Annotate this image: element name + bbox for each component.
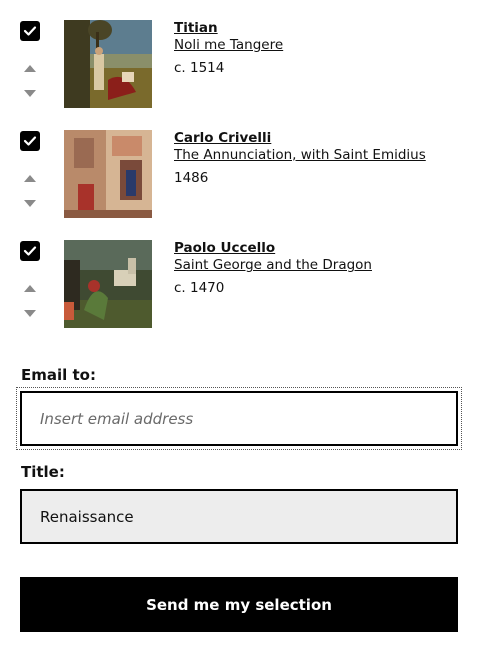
artwork-date: c. 1470 (174, 280, 225, 296)
email-label: Email to: (21, 366, 96, 384)
artist-link[interactable]: Paolo Uccello (174, 240, 275, 256)
check-icon (23, 246, 37, 256)
artwork-date: c. 1514 (174, 60, 225, 76)
artwork-title-link[interactable]: Noli me Tangere (174, 37, 283, 53)
artwork-thumbnail[interactable] (64, 20, 152, 108)
move-down-icon[interactable] (24, 310, 36, 317)
list-item: Titian Noli me Tangere c. 1514 (0, 20, 478, 120)
move-down-icon[interactable] (24, 90, 36, 97)
move-down-icon[interactable] (24, 200, 36, 207)
title-field[interactable] (20, 489, 458, 544)
artwork-date: 1486 (174, 170, 209, 186)
email-field[interactable] (20, 391, 458, 446)
artist-link[interactable]: Titian (174, 20, 218, 36)
send-selection-button[interactable]: Send me my selection (20, 577, 458, 632)
title-label: Title: (21, 463, 65, 481)
list-item: Paolo Uccello Saint George and the Drago… (0, 240, 478, 340)
artwork-thumbnail[interactable] (64, 240, 152, 328)
artwork-title-link[interactable]: Saint George and the Dragon (174, 257, 372, 273)
item-checkbox[interactable] (20, 21, 40, 41)
item-checkbox[interactable] (20, 131, 40, 151)
check-icon (23, 26, 37, 36)
move-up-icon[interactable] (24, 65, 36, 72)
artwork-title-link[interactable]: The Annunciation, with Saint Emidius (174, 147, 426, 163)
list-item: Carlo Crivelli The Annunciation, with Sa… (0, 130, 478, 230)
move-up-icon[interactable] (24, 175, 36, 182)
artist-link[interactable]: Carlo Crivelli (174, 130, 271, 146)
check-icon (23, 136, 37, 146)
item-checkbox[interactable] (20, 241, 40, 261)
artwork-thumbnail[interactable] (64, 130, 152, 218)
move-up-icon[interactable] (24, 285, 36, 292)
